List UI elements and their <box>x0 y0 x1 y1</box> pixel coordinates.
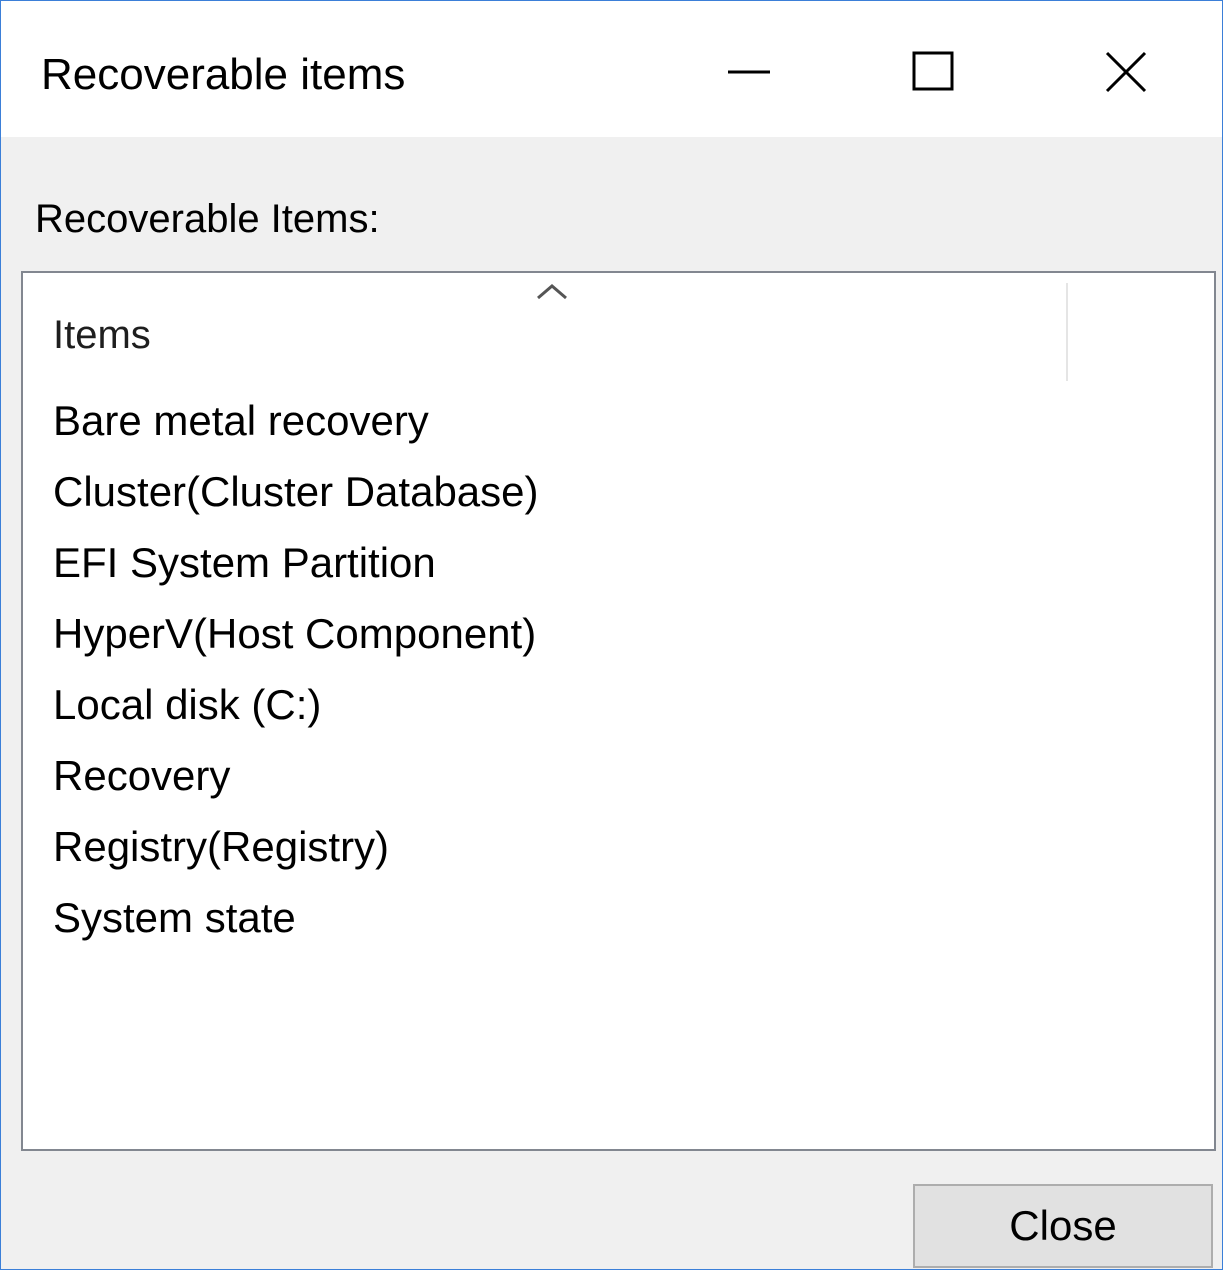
list-item[interactable]: System state <box>53 882 539 953</box>
maximize-button[interactable] <box>859 21 1009 121</box>
recoverable-items-label: Recoverable Items: <box>35 197 380 241</box>
list-item[interactable]: Registry(Registry) <box>53 811 539 882</box>
chevron-up-icon <box>537 284 567 300</box>
maximize-icon <box>912 51 954 91</box>
recoverable-items-dialog: Recoverable items Recoverable Items: Ite… <box>0 0 1223 1270</box>
title-bar[interactable]: Recoverable items <box>1 1 1222 137</box>
recoverable-items-list[interactable]: Items Bare metal recovery Cluster(Cluste… <box>21 271 1216 1151</box>
close-icon <box>1105 51 1147 93</box>
list-item[interactable]: HyperV(Host Component) <box>53 598 539 669</box>
window-title: Recoverable items <box>41 50 406 99</box>
list-item[interactable]: Cluster(Cluster Database) <box>53 456 539 527</box>
list-item[interactable]: Local disk (C:) <box>53 669 539 740</box>
list-item[interactable]: Recovery <box>53 740 539 811</box>
column-header-items[interactable]: Items <box>23 273 1068 383</box>
column-divider[interactable] <box>1066 283 1068 381</box>
minimize-icon <box>728 70 770 74</box>
list-item[interactable]: Bare metal recovery <box>53 385 539 456</box>
close-button[interactable]: Close <box>913 1184 1213 1268</box>
column-header-label: Items <box>53 313 151 357</box>
minimize-button[interactable] <box>673 21 823 121</box>
list-item[interactable]: EFI System Partition <box>53 527 539 598</box>
list-rows: Bare metal recovery Cluster(Cluster Data… <box>53 385 539 953</box>
close-window-button[interactable] <box>1051 21 1201 121</box>
